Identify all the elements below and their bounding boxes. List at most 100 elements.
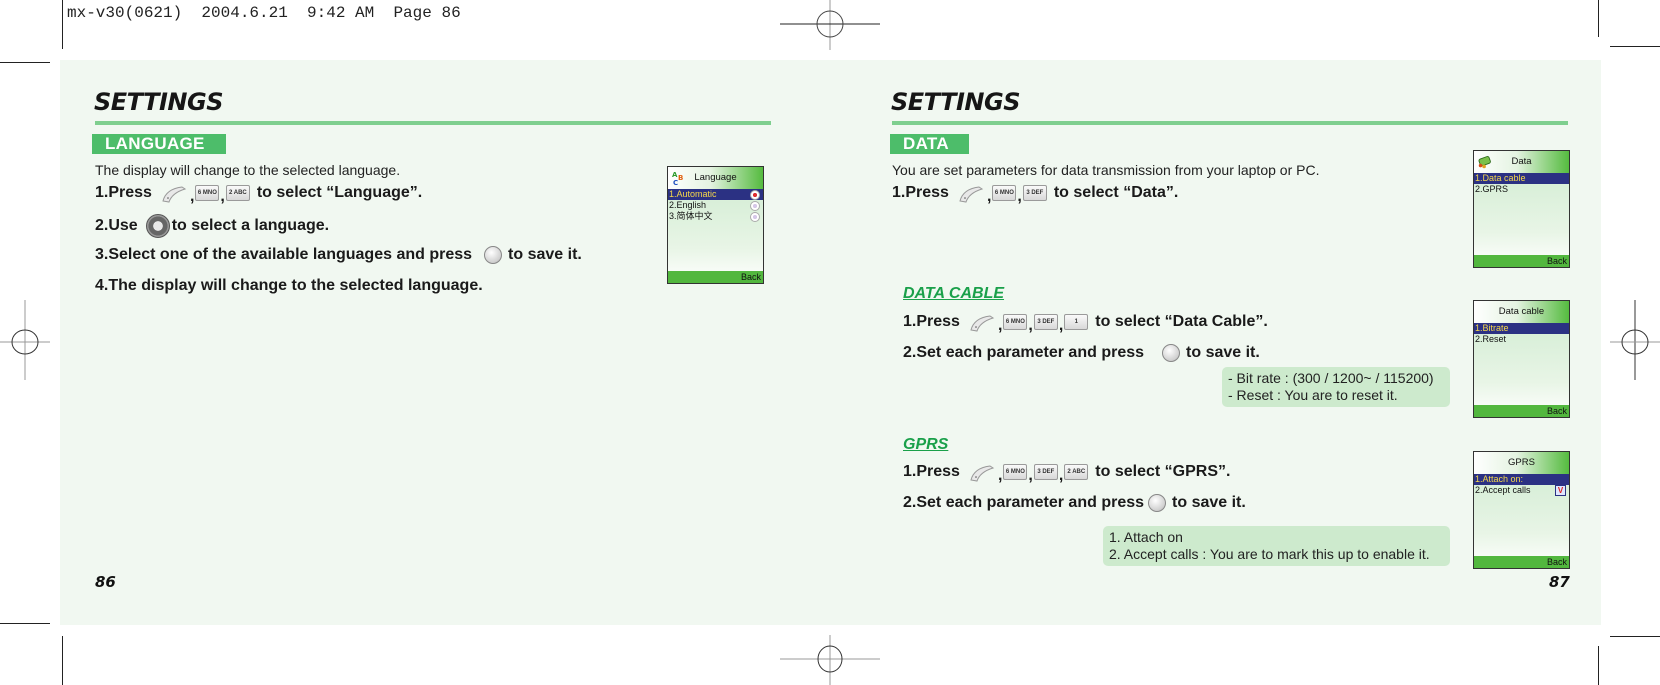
phone-softkey-back[interactable]: Back bbox=[1474, 405, 1569, 417]
key-6-icon: 6 MNO bbox=[992, 185, 1017, 201]
data-cable-note: - Bit rate : (300 / 1200~ / 115200) - Re… bbox=[1222, 367, 1450, 407]
step-prefix: 1.Press bbox=[903, 313, 960, 330]
key-6-icon: 6 MNO bbox=[195, 185, 220, 201]
phone-list-item[interactable]: 1.Data cable bbox=[1474, 173, 1569, 184]
registration-mark-right bbox=[1610, 300, 1660, 380]
gprs-step-2: 2.Set each parameter and press to save i… bbox=[903, 494, 1246, 512]
crop-mark bbox=[0, 623, 50, 624]
step-suffix: to select “GPRS”. bbox=[1095, 463, 1231, 480]
phone-list-item[interactable]: 2.English bbox=[668, 200, 763, 211]
menu-softkey-icon bbox=[160, 185, 188, 203]
right-title-rule bbox=[892, 121, 1568, 125]
note-line: 2. Accept calls : You are to mark this u… bbox=[1109, 546, 1430, 562]
step-prefix: 1.Press bbox=[95, 184, 152, 201]
phone-screen-title: Data cable bbox=[1498, 306, 1545, 317]
language-step-4: 4.The display will change to the selecte… bbox=[95, 277, 483, 295]
section-badge-label: LANGUAGE bbox=[105, 134, 205, 153]
crop-mark bbox=[1610, 46, 1660, 47]
step-prefix: 2.Set each parameter and press bbox=[903, 494, 1145, 511]
step-suffix: to save it. bbox=[1186, 344, 1260, 361]
subheading-gprs: GPRS bbox=[903, 436, 949, 453]
svg-text:C: C bbox=[673, 179, 678, 186]
gprs-step-1: 1.Press , 6 MNO , 3 DEF , 2 ABC to selec… bbox=[903, 463, 1231, 484]
phone-screen-header: Data cable bbox=[1474, 301, 1569, 323]
step-prefix: 1.Press bbox=[903, 463, 960, 480]
crop-mark bbox=[1598, 0, 1599, 37]
ok-key-icon bbox=[484, 246, 503, 264]
key-6-icon: 6 MNO bbox=[1003, 464, 1028, 480]
crop-mark bbox=[62, 636, 63, 685]
page-number-right: 87 bbox=[1549, 573, 1570, 591]
phone-softkey-back[interactable]: Back bbox=[668, 271, 763, 283]
phone-screen-title: Data bbox=[1511, 156, 1532, 167]
section-badge-data: DATA bbox=[890, 134, 969, 154]
radio-unselected-icon bbox=[750, 212, 760, 222]
phone-list-item[interactable]: 2.Reset bbox=[1474, 334, 1569, 345]
key-6-icon: 6 MNO bbox=[1003, 314, 1028, 330]
gprs-note: 1. Attach on 2. Accept calls : You are t… bbox=[1103, 526, 1450, 566]
left-page-title: SETTINGS bbox=[94, 88, 223, 116]
language-step-1: 1.Press , 6 MNO , 2 ABC to select “Langu… bbox=[95, 184, 423, 205]
crop-mark bbox=[1598, 646, 1599, 685]
phone-list-item[interactable]: 2.GPRS bbox=[1474, 184, 1569, 195]
abc-language-icon: A B C bbox=[672, 171, 683, 186]
language-step-3: 3.Select one of the available languages … bbox=[95, 246, 582, 264]
step-prefix: 2.Use bbox=[95, 217, 138, 234]
subheading-data-cable: DATA CABLE bbox=[903, 285, 1005, 302]
phone-list-item[interactable]: 1.Bitrate bbox=[1474, 323, 1569, 334]
phone-list-item[interactable]: 2.Accept calls V bbox=[1474, 485, 1569, 496]
phone-list-item[interactable]: 1.Attach on: bbox=[1474, 474, 1569, 485]
section-badge-language: LANGUAGE bbox=[92, 134, 226, 154]
crop-mark bbox=[62, 0, 63, 49]
language-intro: The display will change to the selected … bbox=[95, 162, 401, 178]
checkbox-checked-icon[interactable]: V bbox=[1555, 485, 1566, 496]
phone-softkey-back[interactable]: Back bbox=[1474, 255, 1569, 267]
step-prefix: 2.Set each parameter and press bbox=[903, 344, 1145, 361]
crop-mark bbox=[1610, 636, 1660, 637]
data-step-1: 1.Press , 6 MNO , 3 DEF to select “Data”… bbox=[892, 184, 1179, 205]
menu-softkey-icon bbox=[968, 464, 996, 482]
phone-screen-data: Data 1.Data cable 2.GPRS Back bbox=[1473, 150, 1570, 268]
step-prefix: 1.Press bbox=[892, 184, 949, 201]
phone-screen-language: A B C Language 1.Automatic 2.English 3.简… bbox=[667, 166, 764, 284]
radio-selected-icon bbox=[750, 190, 760, 200]
step-suffix: to select a language. bbox=[171, 217, 330, 234]
registration-mark-left bbox=[0, 300, 50, 380]
note-line: - Reset : You are to reset it. bbox=[1228, 387, 1398, 403]
phone-list-item[interactable]: 1.Automatic bbox=[668, 189, 763, 200]
left-title-rule bbox=[95, 121, 771, 125]
key-2-icon: 2 ABC bbox=[225, 185, 250, 201]
data-cable-icon bbox=[1478, 156, 1491, 169]
phone-softkey-back[interactable]: Back bbox=[1474, 556, 1569, 568]
step-suffix: to save it. bbox=[508, 246, 582, 263]
data-cable-step-1: 1.Press , 6 MNO , 3 DEF , 1 to select “D… bbox=[903, 313, 1268, 334]
navigation-key-icon bbox=[145, 214, 170, 238]
step-suffix: to select “Language”. bbox=[256, 184, 423, 201]
phone-list-item[interactable]: 3.简体中文 bbox=[668, 211, 763, 222]
registration-mark-top bbox=[780, 0, 880, 50]
print-header: mx-v30(0621) 2004.6.21 9:42 AM Page 86 bbox=[67, 4, 461, 22]
step-text: 4.The display will change to the selecte… bbox=[95, 277, 483, 294]
key-1-icon: 1 bbox=[1064, 314, 1089, 330]
step-suffix: to select “Data”. bbox=[1053, 184, 1179, 201]
svg-text:B: B bbox=[678, 174, 683, 182]
step-suffix: to save it. bbox=[1172, 494, 1246, 511]
crop-mark bbox=[0, 62, 50, 63]
phone-screen-title: Language bbox=[694, 172, 737, 183]
menu-softkey-icon bbox=[968, 314, 996, 332]
radio-unselected-icon bbox=[750, 201, 760, 211]
phone-screen-gprs: GPRS 1.Attach on: 2.Accept calls V Back bbox=[1473, 451, 1570, 569]
phone-screen-header: GPRS bbox=[1474, 452, 1569, 474]
step-suffix: to select “Data Cable”. bbox=[1095, 313, 1268, 330]
data-cable-step-2: 2.Set each parameter and press to save i… bbox=[903, 344, 1260, 362]
step-prefix: 3.Select one of the available languages … bbox=[95, 246, 473, 263]
page-number-left: 86 bbox=[95, 573, 116, 591]
key-3-icon: 3 DEF bbox=[1022, 185, 1047, 201]
note-line: - Bit rate : (300 / 1200~ / 115200) bbox=[1228, 370, 1434, 386]
key-3-icon: 3 DEF bbox=[1033, 464, 1058, 480]
phone-screen-header: Data bbox=[1474, 151, 1569, 173]
ok-key-icon bbox=[1162, 344, 1181, 362]
language-step-2: 2.Use to select a language. bbox=[95, 214, 329, 238]
phone-screen-data-cable: Data cable 1.Bitrate 2.Reset Back bbox=[1473, 300, 1570, 418]
registration-mark-bottom bbox=[780, 635, 880, 685]
